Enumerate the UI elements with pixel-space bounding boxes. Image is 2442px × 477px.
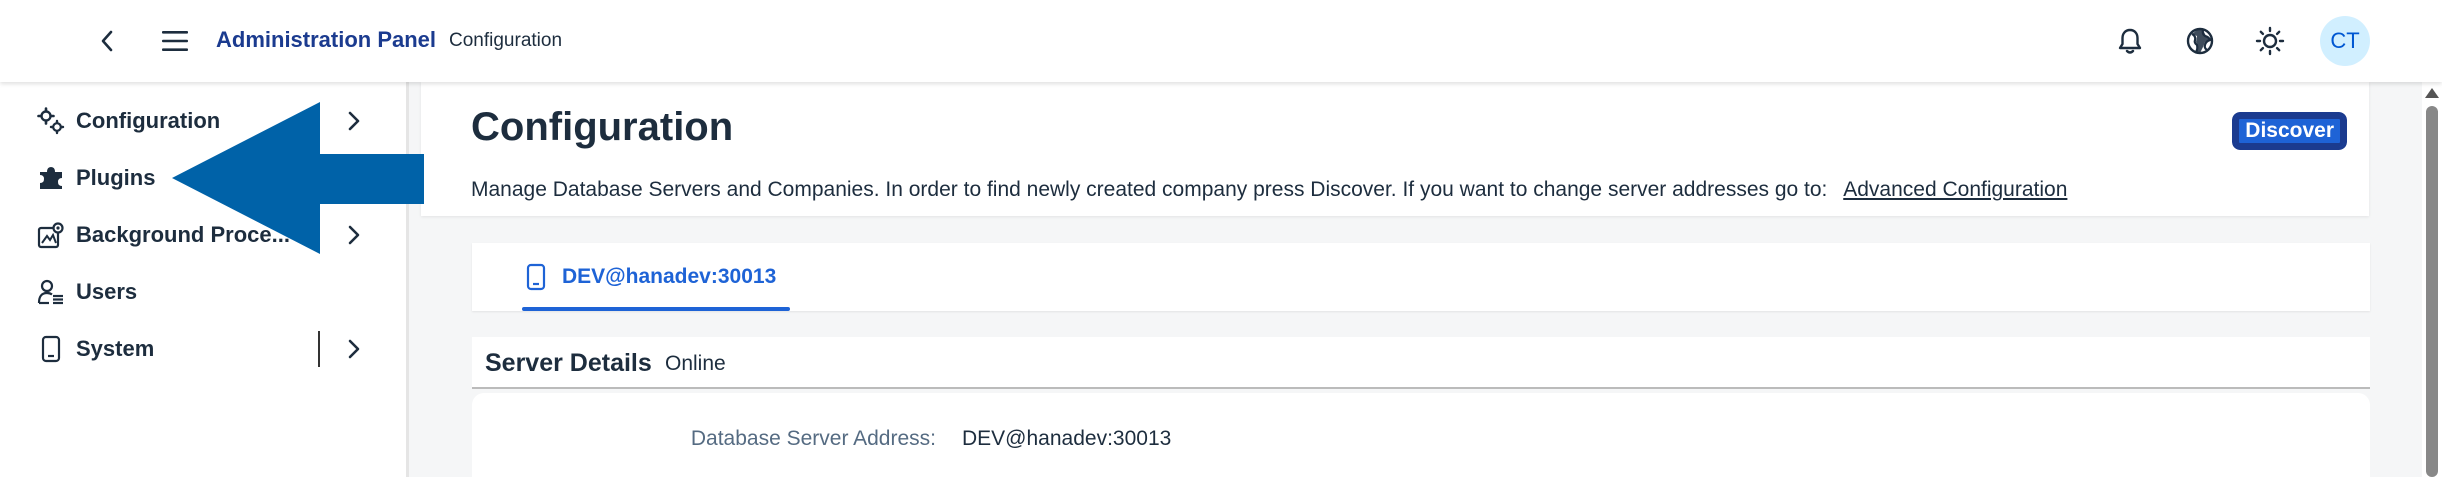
description-text: Manage Database Servers and Companies. I…	[471, 178, 1828, 201]
sidebar-item-label: Users	[76, 278, 138, 304]
status-text: Online	[665, 352, 726, 375]
sidebar-item-label: Plugins	[76, 164, 156, 190]
language-button[interactable]	[2180, 21, 2220, 61]
background-process-icon	[36, 220, 66, 250]
device-icon	[36, 334, 66, 364]
server-details-form: Database Server Address: DEV@hanadev:300…	[472, 393, 2370, 477]
menu-icon	[162, 31, 188, 51]
section-title: Server Details	[485, 349, 652, 377]
device-icon	[526, 262, 550, 292]
back-button[interactable]	[90, 24, 124, 58]
vertical-scrollbar[interactable]	[2422, 82, 2442, 477]
app-subtitle: Configuration	[449, 30, 563, 51]
back-icon	[101, 30, 113, 52]
server-tab-bar: DEV@hanadev:30013	[472, 243, 2370, 311]
server-details-header: Server Details Online	[472, 337, 2370, 389]
user-list-icon	[36, 277, 66, 307]
discover-button[interactable]: Discover	[2230, 110, 2349, 152]
sun-icon	[2255, 26, 2285, 56]
chevron-right-icon	[342, 337, 366, 361]
app-title[interactable]: Administration Panel	[216, 27, 436, 53]
page-header: Configuration Discover Manage Database S…	[421, 82, 2369, 216]
puzzle-icon	[36, 163, 66, 193]
gears-icon	[36, 106, 66, 136]
sidebar-item-users[interactable]: Users	[0, 263, 400, 320]
bell-icon	[2118, 28, 2142, 54]
sidebar-item-system[interactable]: System	[0, 320, 400, 377]
database-server-address-value: DEV@hanadev:30013	[962, 427, 1172, 450]
tab-label: DEV@hanadev:30013	[562, 265, 777, 288]
shell-bar: Administration Panel Configuration CT	[0, 0, 2442, 82]
theme-button[interactable]	[2250, 21, 2290, 61]
notifications-button[interactable]	[2110, 21, 2150, 61]
page-title: Configuration	[471, 105, 734, 149]
field-label: Database Server Address:	[690, 427, 936, 450]
scroll-up-arrow-icon[interactable]	[2425, 88, 2439, 98]
pointer-arrow-icon	[172, 102, 424, 254]
tab-dev-hanadev[interactable]: DEV@hanadev:30013	[522, 243, 780, 311]
sidebar-item-label: System	[76, 335, 155, 361]
tab-selection-indicator	[522, 307, 790, 311]
menu-button[interactable]	[156, 22, 194, 60]
cursor-caret	[318, 330, 320, 367]
globe-icon	[2186, 27, 2214, 55]
scrollbar-thumb[interactable]	[2426, 106, 2438, 477]
advanced-configuration-link[interactable]: Advanced Configuration	[1843, 178, 2067, 201]
user-avatar[interactable]: CT	[2320, 16, 2370, 66]
page-description: Manage Database Servers and Companies. I…	[471, 178, 2067, 202]
